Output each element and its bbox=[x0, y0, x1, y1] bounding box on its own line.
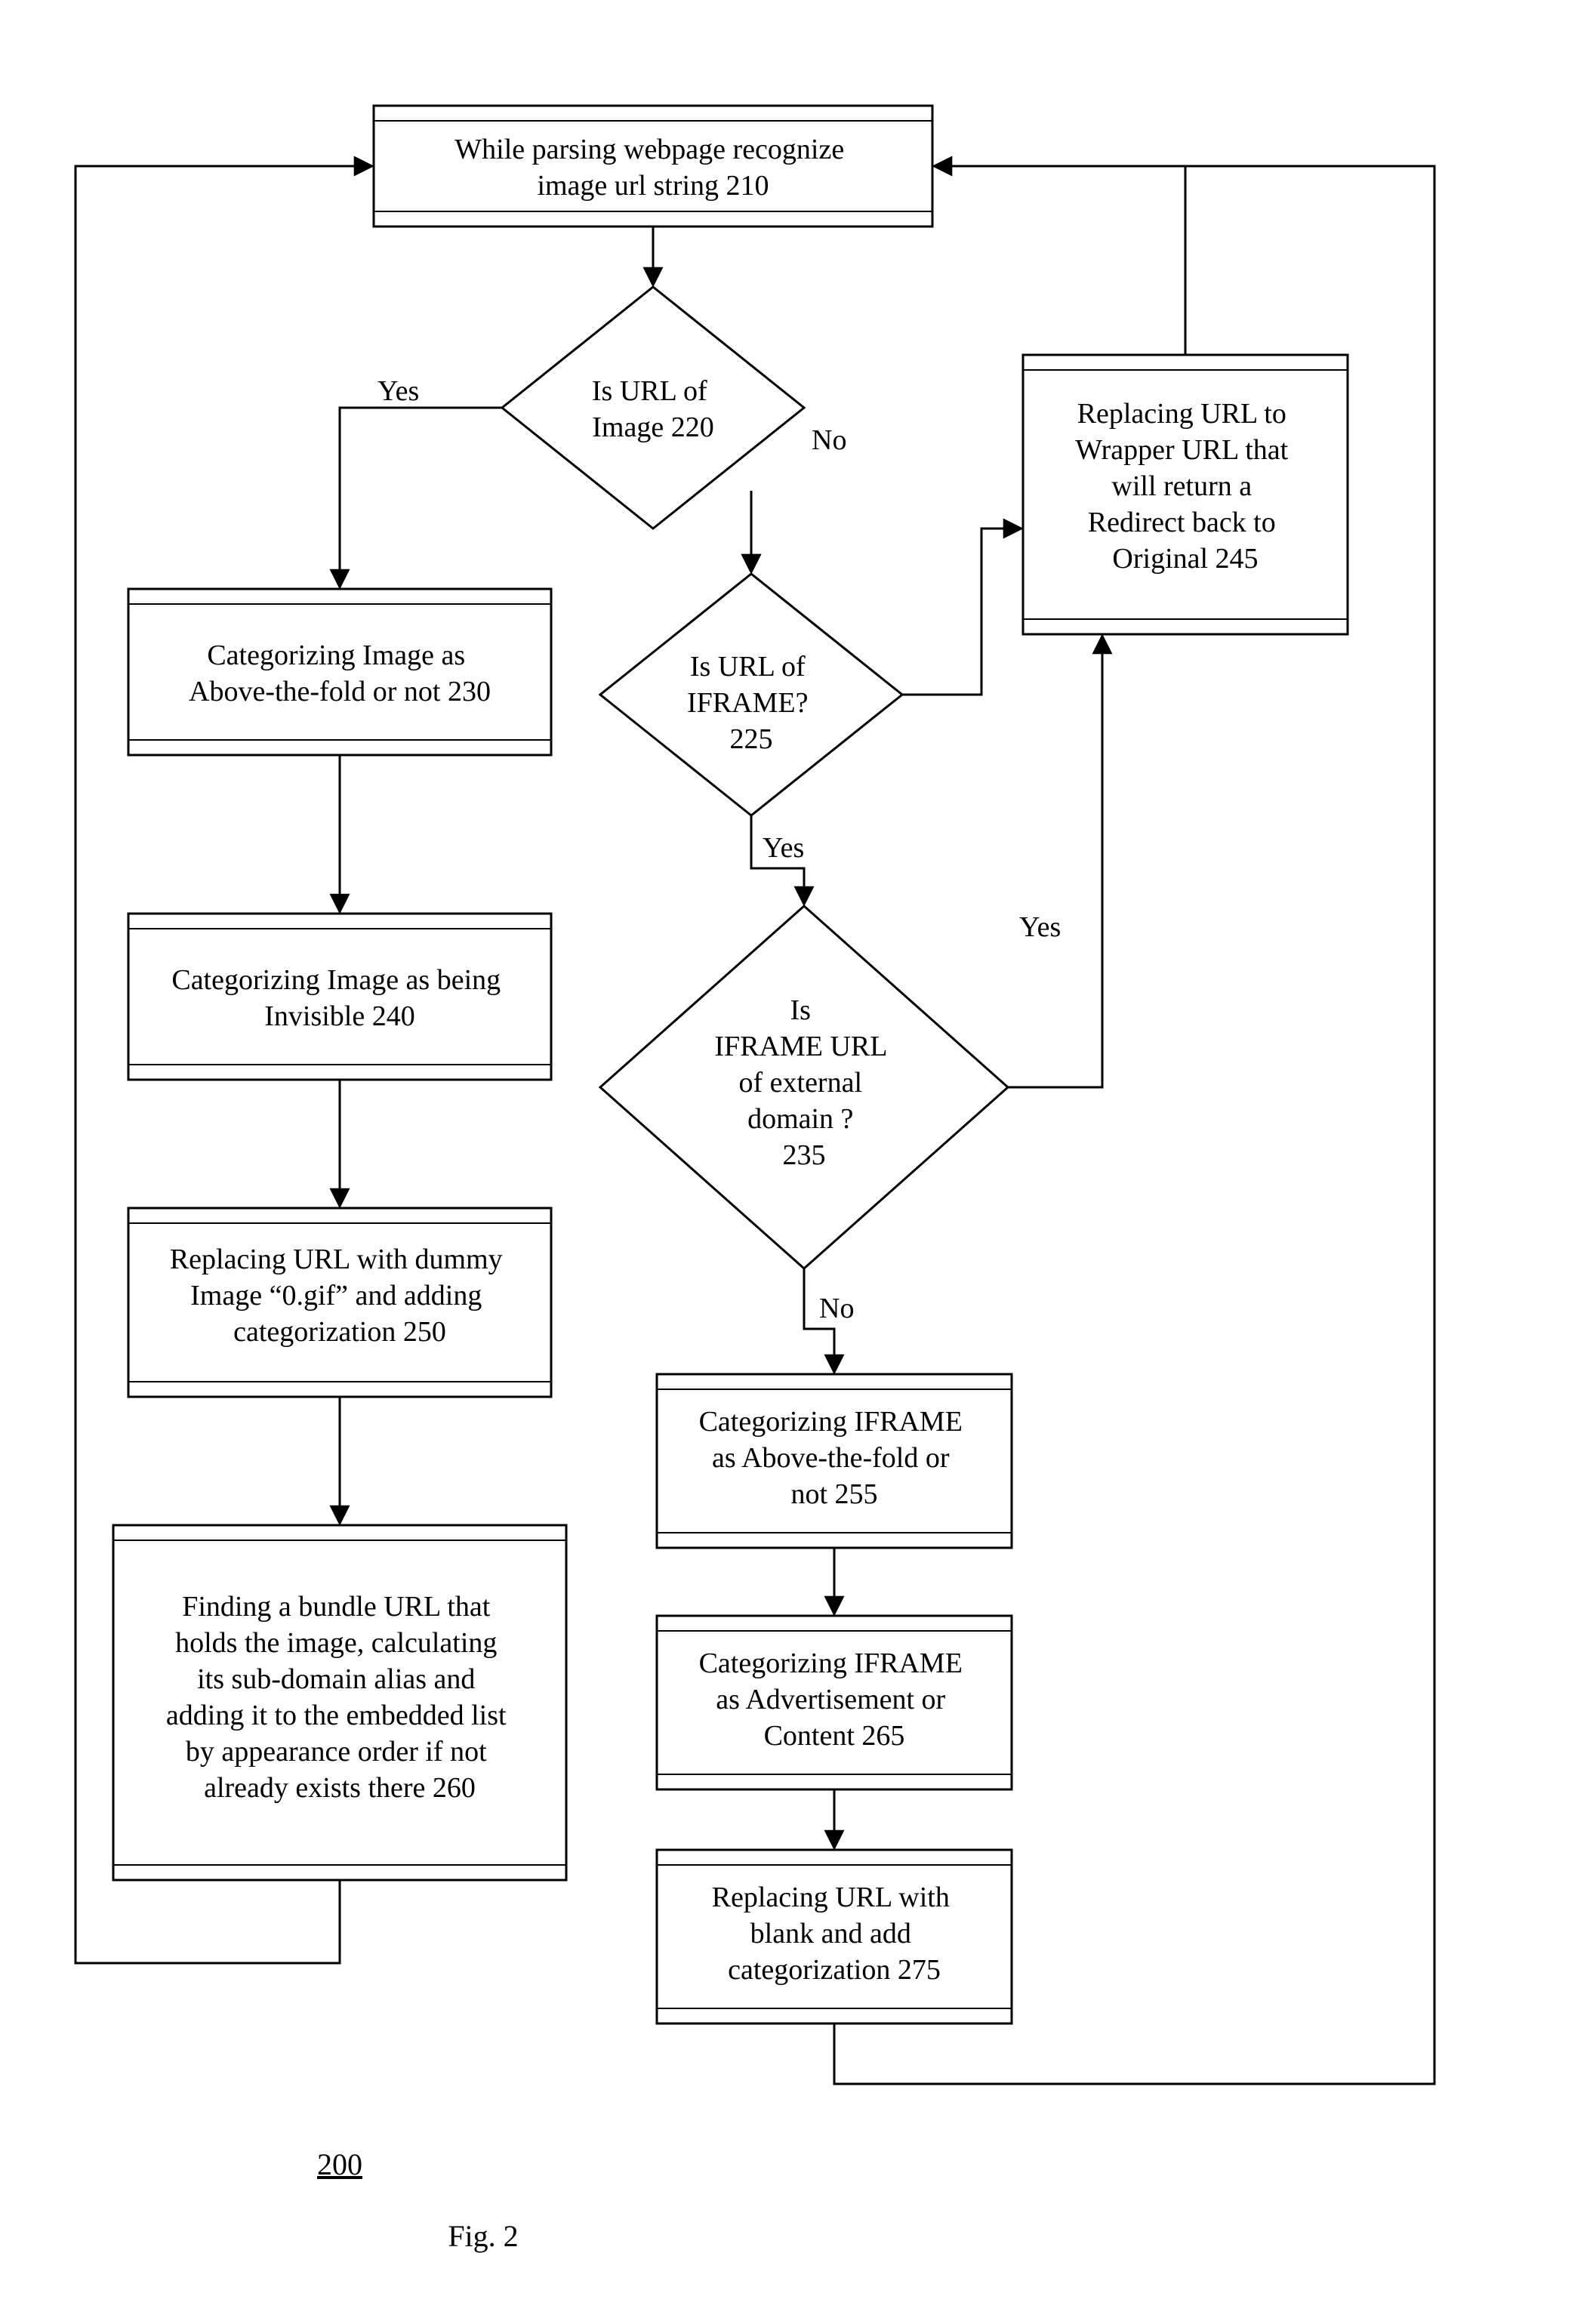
svg-text:Finding a bundle URL that: Finding a bundle URL that holds the imag… bbox=[166, 1591, 513, 1804]
svg-text:Replacing URL with dummy: Replacing URL with dummy Image “0.gif” a… bbox=[170, 1244, 510, 1348]
node-220-line1: Is URL of bbox=[592, 375, 707, 407]
svg-text:Is IFRAME URL of e: Is IFRAME URL of external domain ? 235 bbox=[714, 994, 893, 1171]
node-235-line5: 235 bbox=[783, 1139, 826, 1171]
node-260-line1: Finding a bundle URL that bbox=[182, 1591, 491, 1623]
node-255-line3: not 255 bbox=[790, 1478, 877, 1510]
edge-235-245 bbox=[1008, 636, 1102, 1087]
node-210-line2: image url string 210 bbox=[537, 170, 769, 202]
edge-235-no-label: No bbox=[819, 1293, 854, 1324]
node-250-line1: Replacing URL with dummy bbox=[170, 1244, 503, 1275]
node-275-line1: Replacing URL with bbox=[712, 1882, 950, 1913]
node-225-line3: 225 bbox=[730, 723, 773, 755]
node-210: While parsing webpage recognize image ur… bbox=[374, 106, 932, 227]
node-245-line2: Wrapper URL that bbox=[1075, 434, 1288, 466]
node-275-line3: categorization 275 bbox=[728, 1954, 941, 1986]
figure-label: Fig. 2 bbox=[448, 2219, 518, 2253]
node-220: Is URL of Image 220 bbox=[502, 287, 804, 529]
node-235-line4: domain ? bbox=[747, 1103, 853, 1135]
node-245-line3: will return a bbox=[1111, 470, 1252, 502]
node-265-line2: as Advertisement or bbox=[716, 1684, 945, 1715]
edge-220-230 bbox=[340, 408, 502, 587]
node-230-line1: Categorizing Image as bbox=[207, 640, 465, 671]
svg-text:While parsing webpage recogniz: While parsing webpage recognize image ur… bbox=[454, 134, 851, 202]
node-275-line2: blank and add bbox=[750, 1918, 911, 1950]
node-225-line2: IFRAME? bbox=[687, 687, 808, 719]
node-245: Replacing URL to Wrapper URL that will r… bbox=[1023, 355, 1348, 634]
node-245-line1: Replacing URL to bbox=[1077, 398, 1286, 430]
node-260-line5: by appearance order if not bbox=[186, 1736, 487, 1768]
node-250: Replacing URL with dummy Image “0.gif” a… bbox=[128, 1208, 551, 1397]
node-275: Replacing URL with blank and add categor… bbox=[657, 1850, 1012, 2023]
edge-235-yes-label: Yes bbox=[1019, 911, 1061, 943]
node-260-line3: its sub-domain alias and bbox=[197, 1663, 475, 1695]
figure-number: 200 bbox=[317, 2147, 362, 2181]
edge-225-245 bbox=[902, 529, 1021, 695]
node-265-line1: Categorizing IFRAME bbox=[699, 1647, 963, 1679]
svg-text:Is URL of IFRAME?: Is URL of IFRAME? 225 bbox=[687, 651, 815, 755]
node-235-line1: Is bbox=[790, 994, 811, 1026]
edge-225-yes-label: Yes bbox=[763, 832, 804, 864]
node-240-line2: Invisible 240 bbox=[264, 1000, 414, 1032]
node-230: Categorizing Image as Above-the-fold or … bbox=[128, 589, 551, 755]
svg-text:Categorizing Image as being: Categorizing Image as being Invisible 24… bbox=[171, 964, 507, 1032]
node-240: Categorizing Image as being Invisible 24… bbox=[128, 914, 551, 1080]
node-255-line1: Categorizing IFRAME bbox=[699, 1406, 963, 1438]
svg-text:Replacing URL with blank: Replacing URL with blank and add categor… bbox=[712, 1882, 957, 1986]
node-260-line2: holds the image, calculating bbox=[175, 1627, 497, 1659]
svg-text:Replacing URL to Wrapper: Replacing URL to Wrapper URL that will r… bbox=[1075, 398, 1295, 575]
node-225: Is URL of IFRAME? 225 bbox=[600, 574, 902, 815]
node-255: Categorizing IFRAME as Above-the-fold or… bbox=[657, 1374, 1012, 1548]
node-240-line1: Categorizing Image as being bbox=[171, 964, 501, 996]
edge-220-no-label: No bbox=[812, 424, 846, 456]
flowchart-figure: While parsing webpage recognize image ur… bbox=[0, 0, 1593, 2324]
node-235-line3: of external bbox=[738, 1067, 862, 1099]
node-255-line2: as Above-the-fold or bbox=[712, 1442, 950, 1474]
node-225-line1: Is URL of bbox=[690, 651, 806, 683]
node-245-line5: Original 245 bbox=[1112, 543, 1258, 575]
node-260-line4: adding it to the embedded list bbox=[166, 1700, 507, 1731]
node-260: Finding a bundle URL that holds the imag… bbox=[113, 1525, 566, 1880]
node-220-line2: Image 220 bbox=[592, 411, 713, 443]
node-235-line2: IFRAME URL bbox=[714, 1031, 886, 1062]
svg-text:Categorizing Image as Ab: Categorizing Image as Above-the-fold or … bbox=[189, 640, 491, 707]
node-210-line1: While parsing webpage recognize bbox=[454, 134, 844, 165]
node-265: Categorizing IFRAME as Advertisement or … bbox=[657, 1616, 1012, 1789]
node-260-line6: already exists there 260 bbox=[204, 1772, 476, 1804]
node-245-line4: Redirect back to bbox=[1088, 507, 1276, 538]
node-235: Is IFRAME URL of external domain ? 235 bbox=[600, 906, 1008, 1268]
node-230-line2: Above-the-fold or not 230 bbox=[189, 676, 491, 707]
edge-220-yes-label: Yes bbox=[377, 375, 419, 407]
svg-text:Categorizing IFRAME as A: Categorizing IFRAME as Advertisement or … bbox=[699, 1647, 970, 1752]
node-250-line2: Image “0.gif” and adding bbox=[190, 1280, 482, 1311]
edge-245-210 bbox=[934, 166, 1185, 355]
node-265-line3: Content 265 bbox=[764, 1720, 905, 1752]
svg-text:Is URL of Image 220: Is URL of Image 220 bbox=[592, 375, 714, 443]
svg-text:Categorizing IFRAME as A: Categorizing IFRAME as Above-the-fold or… bbox=[699, 1406, 970, 1510]
node-250-line3: categorization 250 bbox=[233, 1316, 446, 1348]
